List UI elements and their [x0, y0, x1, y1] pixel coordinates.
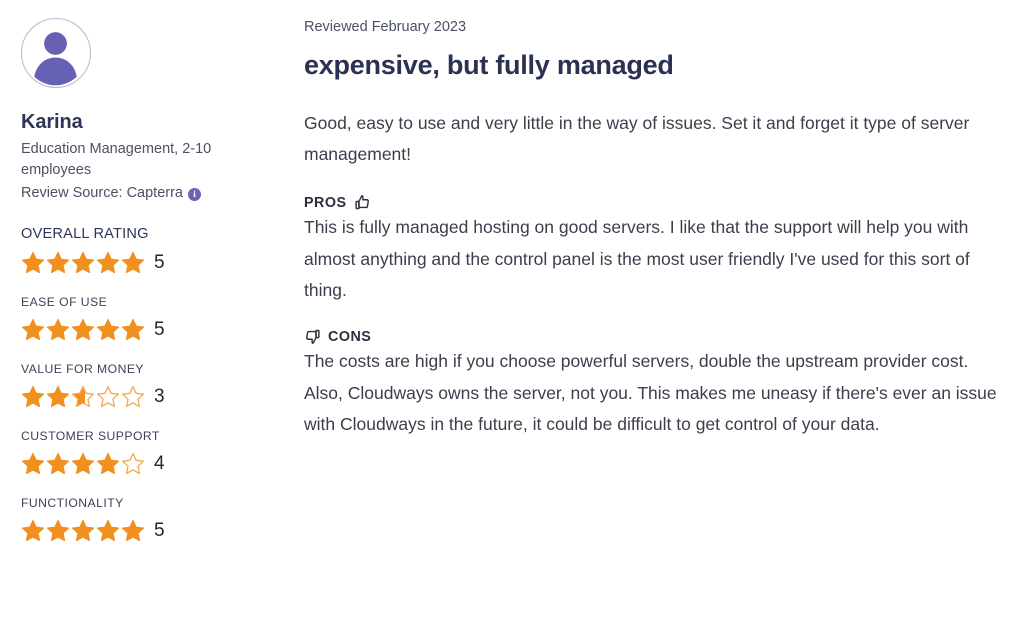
reviewed-date: Reviewed February 2023: [304, 19, 467, 35]
star-rating: [21, 251, 145, 274]
user-avatar-icon: [34, 32, 77, 86]
cons-heading: CONS: [304, 328, 1000, 345]
thumbs-down-icon: [306, 330, 320, 345]
rating-stars-row: 5: [21, 519, 282, 542]
star-filled-icon: [46, 453, 70, 475]
star-filled-icon: [96, 252, 120, 274]
rating-stars-row: 3: [21, 385, 282, 408]
star-rating: [21, 519, 145, 542]
pros-label: PROS: [304, 194, 347, 211]
star-filled-icon: [96, 453, 120, 475]
star-empty-icon: [96, 386, 120, 408]
cons-text: The costs are high if you choose powerfu…: [304, 351, 997, 434]
star-filled-icon: [71, 252, 95, 274]
rating-label: CUSTOMER SUPPORT: [21, 429, 160, 444]
rating-value: 4: [154, 453, 165, 475]
reviewer-industry-size: Education Management, 2-10 employees: [21, 141, 212, 179]
pros-text: This is fully managed hosting on good se…: [304, 217, 970, 301]
review-card: Karina Education Management, 2-10 employ…: [0, 0, 1024, 632]
rating-block: CUSTOMER SUPPORT 4: [21, 429, 282, 475]
avatar: [21, 18, 91, 88]
rating-list: OVERALL RATING 5 EASE OF USE 5 VALUE FOR MON…: [21, 226, 282, 542]
cons-label: CONS: [328, 328, 372, 345]
star-filled-icon: [21, 453, 45, 475]
review-content: Reviewed February 2023 expensive, but fu…: [282, 0, 1024, 440]
star-filled-icon: [46, 252, 70, 274]
rating-value: 5: [154, 520, 165, 542]
star-empty-icon: [121, 453, 145, 475]
star-rating: [21, 318, 145, 341]
rating-block: EASE OF USE 5: [21, 295, 282, 341]
star-filled-icon: [46, 520, 70, 542]
rating-label: EASE OF USE: [21, 295, 108, 310]
star-filled-icon: [46, 386, 70, 408]
rating-value: 5: [154, 319, 165, 341]
review-source: Review Source: Capterra i: [21, 183, 282, 204]
rating-stars-row: 5: [21, 318, 282, 341]
rating-label: VALUE FOR MONEY: [21, 362, 145, 377]
star-filled-icon: [96, 520, 120, 542]
rating-value: 5: [154, 252, 165, 274]
star-filled-icon: [121, 252, 145, 274]
star-filled-icon: [21, 386, 45, 408]
star-filled-icon: [21, 252, 45, 274]
rating-block: OVERALL RATING 5: [21, 226, 282, 274]
rating-value: 3: [154, 386, 165, 408]
star-filled-icon: [46, 319, 70, 341]
star-filled-icon: [71, 520, 95, 542]
rating-label: FUNCTIONALITY: [21, 496, 124, 511]
star-empty-icon: [121, 386, 145, 408]
rating-block: VALUE FOR MONEY 3: [21, 362, 282, 408]
rating-block: FUNCTIONALITY 5: [21, 496, 282, 542]
star-filled-icon: [96, 319, 120, 341]
reviewer-name: Karina: [21, 111, 83, 133]
pros-heading: PROS: [304, 194, 1000, 211]
reviewer-panel: Karina Education Management, 2-10 employ…: [0, 0, 282, 542]
rating-label: OVERALL RATING: [21, 226, 149, 243]
star-rating: [21, 385, 145, 408]
review-title: expensive, but fully managed: [304, 49, 674, 80]
star-filled-icon: [71, 453, 95, 475]
star-rating: [21, 452, 145, 475]
star-filled-icon: [71, 319, 95, 341]
star-filled-icon: [121, 319, 145, 341]
star-filled-icon: [21, 319, 45, 341]
star-partial-icon: [71, 386, 95, 408]
info-icon[interactable]: i: [188, 188, 201, 202]
rating-stars-row: 5: [21, 251, 282, 274]
review-source-label: Review Source: Capterra: [21, 184, 183, 201]
thumbs-up-icon: [354, 195, 369, 210]
rating-stars-row: 4: [21, 452, 282, 475]
review-summary: Good, easy to use and very little in the…: [304, 112, 970, 165]
star-filled-icon: [21, 520, 45, 542]
star-filled-icon: [121, 520, 145, 542]
